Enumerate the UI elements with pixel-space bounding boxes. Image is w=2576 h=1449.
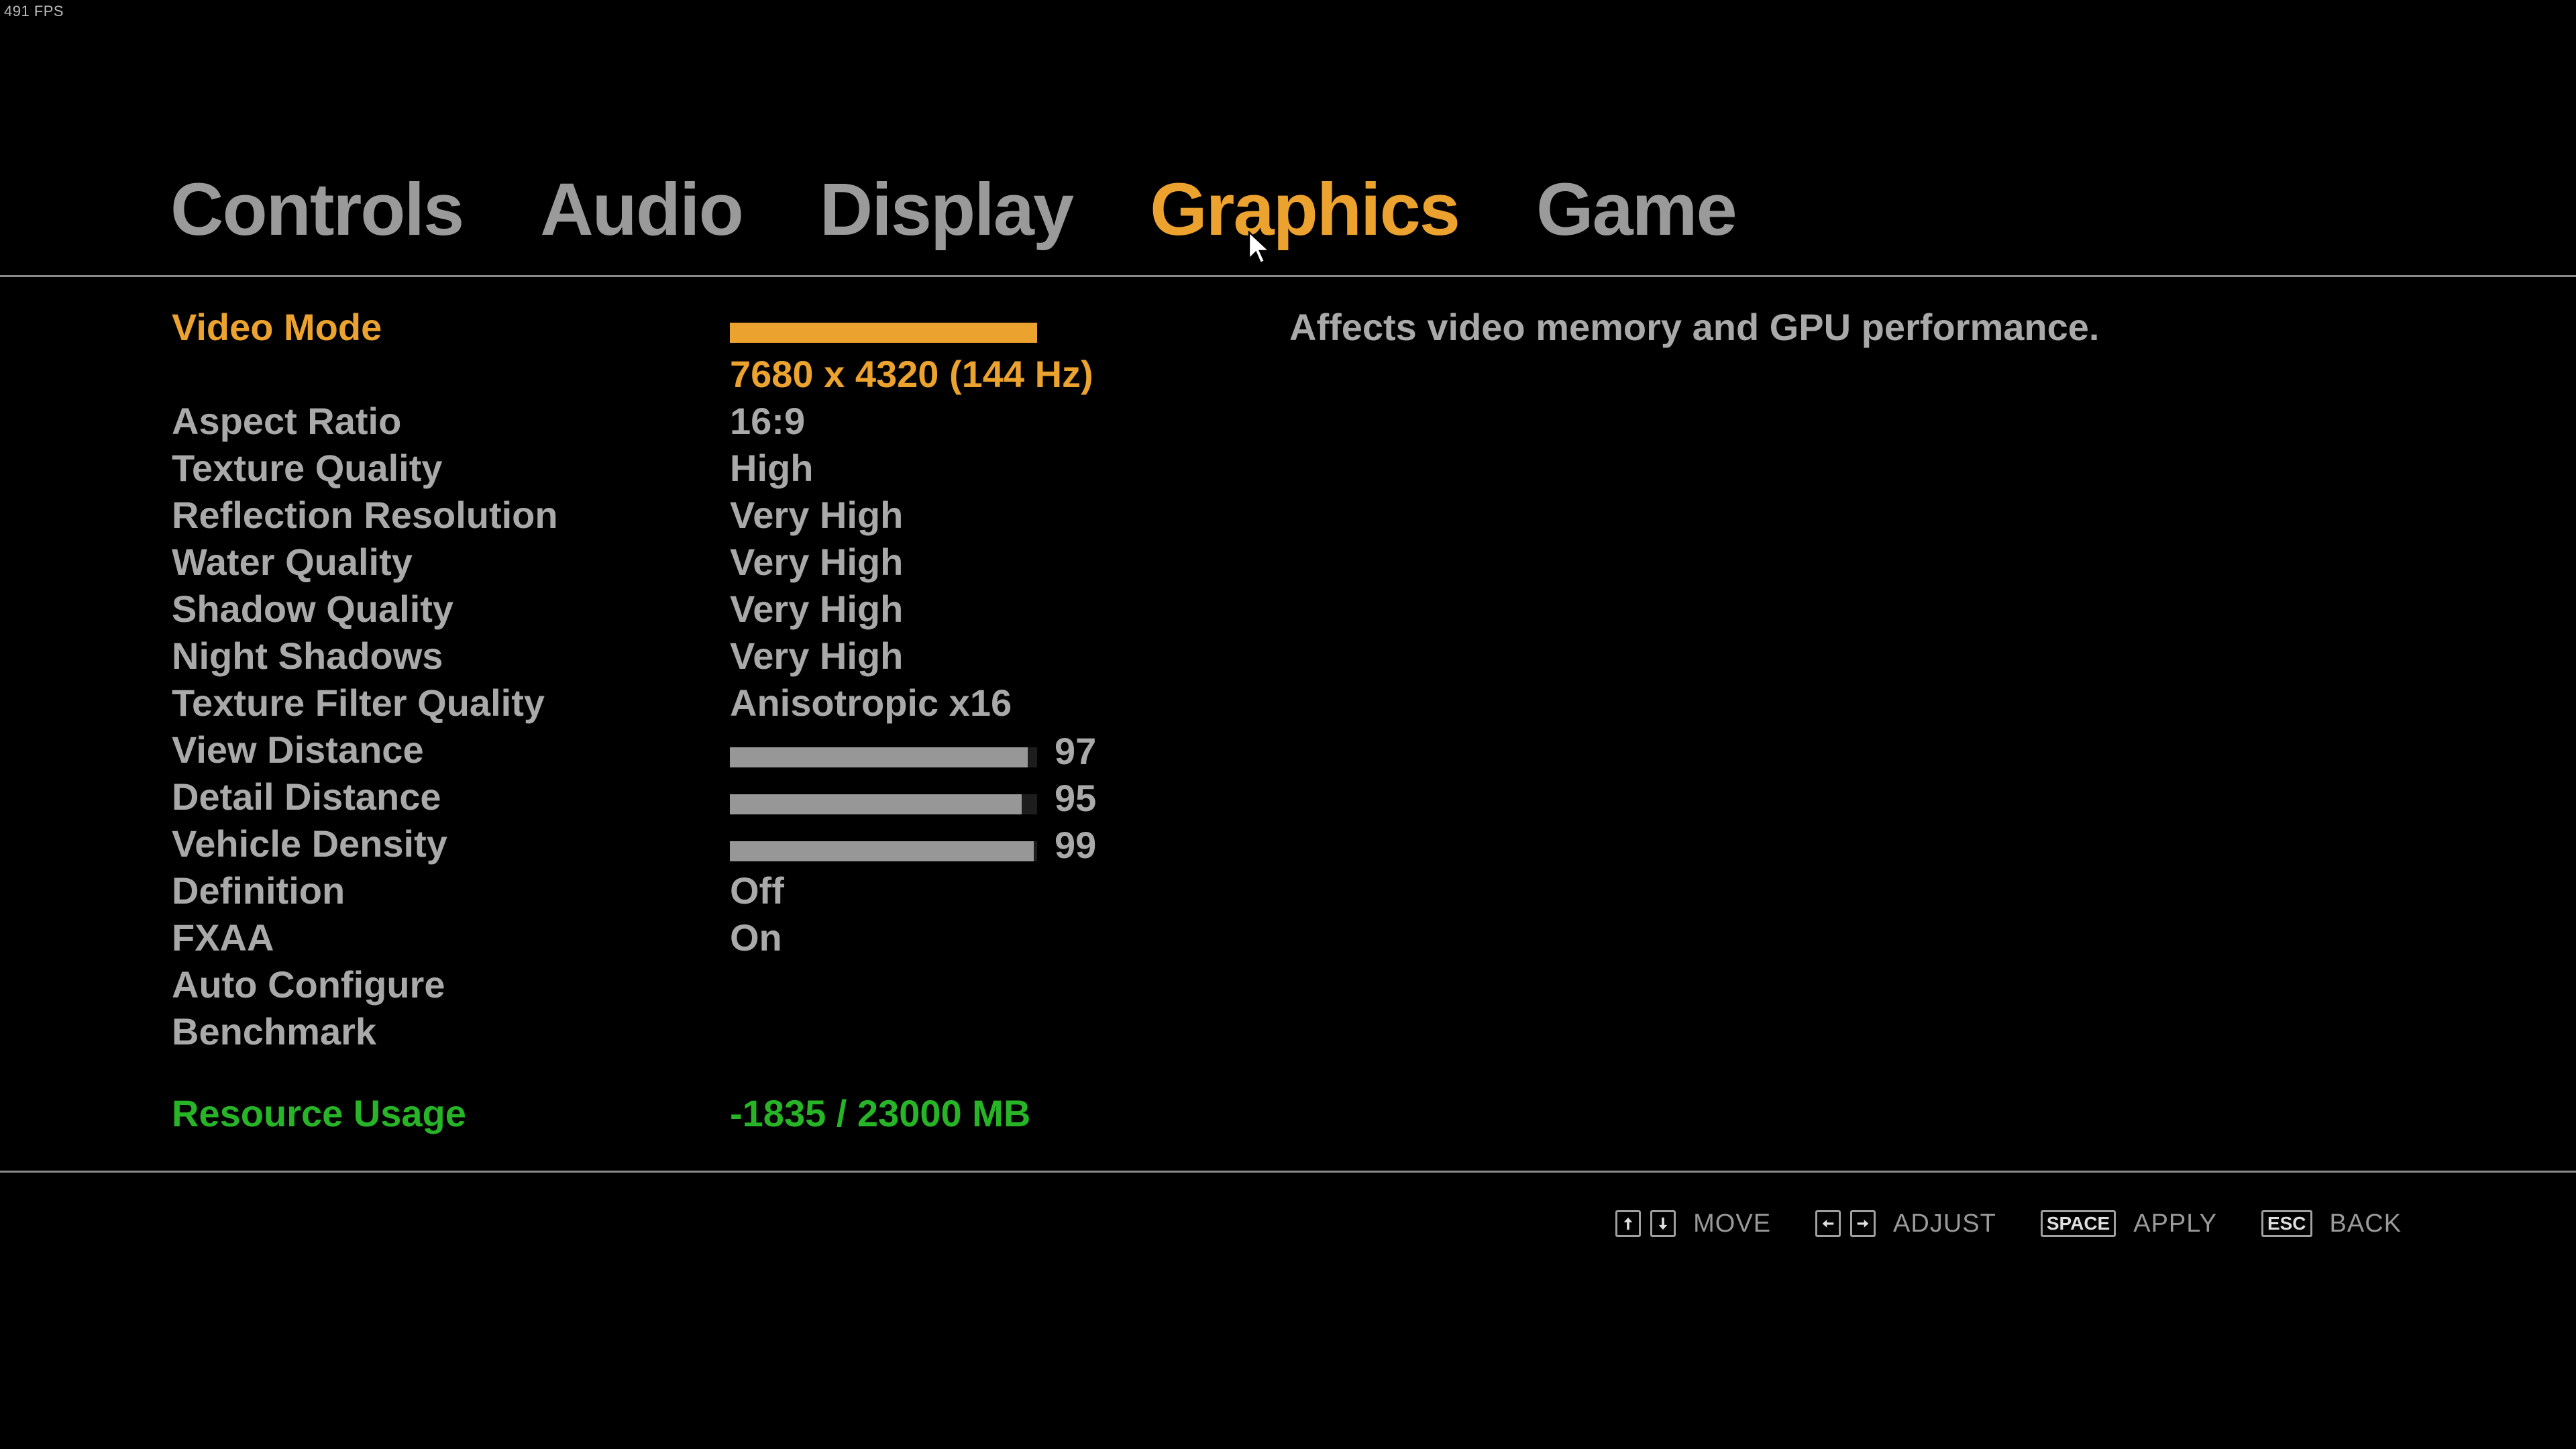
setting-label: Auto Configure [172, 963, 445, 1006]
setting-label: Night Shadows [172, 635, 443, 677]
slider-fill [730, 841, 1034, 861]
tab-game[interactable]: Game [1536, 173, 1737, 247]
setting-value[interactable]: Off [730, 869, 784, 912]
setting-value[interactable]: Anisotropic x16 [730, 681, 1012, 724]
slider-value: 97 [1055, 730, 1097, 772]
setting-label: Shadow Quality [172, 588, 454, 630]
setting-label: Vehicle Density [172, 822, 447, 865]
slider-value: 99 [1055, 824, 1097, 866]
hint-label: APPLY [2133, 1209, 2217, 1238]
resource-usage: Resource Usage -1835 / 23000 MB [172, 1091, 1178, 1138]
benchmark-button[interactable]: Benchmark [172, 1010, 1178, 1057]
tab-audio[interactable]: Audio [540, 173, 744, 247]
setting-texture-quality[interactable]: Texture Quality High [172, 446, 1178, 493]
esc-key: ESC [2261, 1210, 2312, 1237]
arrow-right-icon [1850, 1210, 1876, 1237]
hint-label: ADJUST [1893, 1209, 1996, 1238]
setting-value[interactable]: Very High [730, 634, 903, 678]
setting-detail-distance[interactable]: Detail Distance 95 [172, 775, 1178, 822]
tab-graphics[interactable]: Graphics [1150, 173, 1460, 247]
setting-label: Detail Distance [172, 775, 441, 818]
setting-label: Benchmark [172, 1010, 377, 1053]
setting-label: Aspect Ratio [172, 400, 402, 442]
bottom-divider [0, 1171, 2576, 1173]
resource-usage-value: -1835 / 23000 MB [730, 1092, 1031, 1134]
arrow-down-icon [1650, 1210, 1676, 1237]
setting-value[interactable]: High [730, 446, 813, 490]
setting-definition[interactable]: Definition Off [172, 869, 1178, 916]
setting-reflection-resolution[interactable]: Reflection Resolution Very High [172, 493, 1178, 540]
setting-label: Video Mode [172, 306, 382, 348]
selection-highlight-bar [730, 323, 1037, 343]
setting-video-mode[interactable]: Video Mode 7680 x 4320 (144 Hz) [172, 305, 1178, 399]
top-divider [0, 275, 2576, 277]
setting-label: FXAA [172, 916, 274, 959]
setting-label: Texture Filter Quality [172, 682, 545, 724]
setting-water-quality[interactable]: Water Quality Very High [172, 540, 1178, 587]
resource-usage-label: Resource Usage [172, 1092, 466, 1134]
mouse-cursor-icon [1248, 231, 1272, 264]
setting-view-distance[interactable]: View Distance 97 [172, 728, 1178, 775]
hint-move: MOVE [1615, 1210, 1771, 1238]
setting-label: Texture Quality [172, 447, 443, 489]
slider-value: 95 [1055, 777, 1097, 819]
setting-value[interactable]: Very High [730, 587, 903, 631]
hint-label: BACK [2329, 1209, 2402, 1238]
auto-configure-button[interactable]: Auto Configure [172, 963, 1178, 1010]
setting-label: Reflection Resolution [172, 494, 558, 536]
setting-value[interactable]: Very High [730, 540, 903, 584]
view-distance-slider[interactable] [730, 747, 1037, 767]
arrow-left-icon [1815, 1210, 1841, 1237]
hint-label: MOVE [1693, 1209, 1772, 1238]
arrow-up-icon [1615, 1210, 1642, 1237]
setting-value[interactable]: Very High [730, 493, 903, 537]
setting-vehicle-density[interactable]: Vehicle Density 99 [172, 822, 1178, 869]
control-hints: MOVE ADJUST SPACE APPLY ESC BACK [1571, 1206, 2402, 1241]
vehicle-density-slider[interactable] [730, 841, 1037, 861]
detail-distance-slider[interactable] [730, 794, 1037, 814]
setting-value[interactable]: 16:9 [730, 399, 805, 443]
setting-texture-filter-quality[interactable]: Texture Filter Quality Anisotropic x16 [172, 681, 1178, 728]
tab-controls[interactable]: Controls [170, 173, 464, 247]
hint-back[interactable]: ESC BACK [2261, 1210, 2402, 1238]
setting-night-shadows[interactable]: Night Shadows Very High [172, 634, 1178, 681]
hint-adjust: ADJUST [1815, 1210, 1996, 1238]
fps-counter: 491 FPS [4, 3, 64, 19]
setting-label: View Distance [172, 729, 424, 771]
tab-display[interactable]: Display [820, 173, 1074, 247]
setting-label: Water Quality [172, 541, 413, 583]
setting-label: Definition [172, 869, 345, 912]
settings-tabs: Controls Audio Display Graphics Game [170, 160, 1813, 260]
setting-value[interactable]: 7680 x 4320 (144 Hz) [730, 352, 1093, 396]
setting-aspect-ratio[interactable]: Aspect Ratio 16:9 [172, 399, 1178, 446]
space-key: SPACE [2040, 1210, 2116, 1237]
slider-fill [730, 747, 1028, 767]
slider-fill [730, 794, 1022, 814]
setting-value[interactable]: On [730, 916, 782, 959]
hint-apply: SPACE APPLY [2040, 1209, 2217, 1238]
setting-fxaa[interactable]: FXAA On [172, 916, 1178, 963]
setting-description: Affects video memory and GPU performance… [1289, 306, 2100, 348]
setting-shadow-quality[interactable]: Shadow Quality Very High [172, 587, 1178, 634]
